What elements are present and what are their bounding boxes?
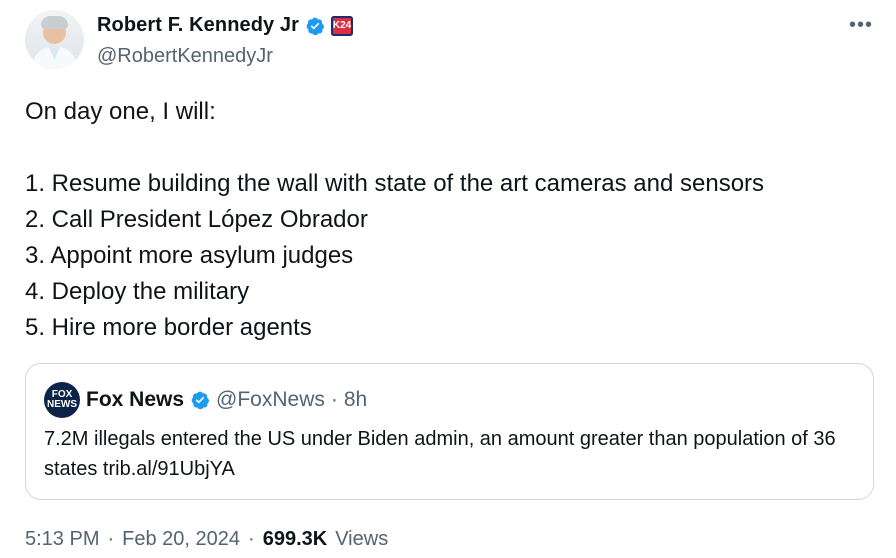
quoted-author-handle[interactable]: @FoxNews [216,388,325,412]
avatar[interactable] [25,10,84,69]
author-handle[interactable]: @RobertKennedyJr [97,45,273,68]
footer-separator-1: · [107,528,115,550]
fox-news-logo-icon: FOX NEWS [44,382,80,418]
tweet-date[interactable]: Feb 20, 2024 [122,528,240,551]
quoted-verified-badge-icon [191,391,210,410]
tweet-header: Robert F. Kennedy Jr K24 @RobertKennedyJ… [25,10,875,72]
views-label: Views [335,528,389,550]
quoted-separator: · [330,388,338,411]
quoted-time[interactable]: 8h [344,388,367,412]
logo-line-2: NEWS [47,399,77,410]
verified-badge-icon [306,17,325,35]
author-name[interactable]: Robert F. Kennedy Jr [97,14,299,37]
footer-separator-2: · [248,528,255,550]
author-name-row: Robert F. Kennedy Jr K24 [97,14,354,37]
avatar-hair [41,16,68,29]
quoted-author-name[interactable]: Fox News [86,388,184,412]
tweet-text: On day one, I will: 1. Resume building t… [25,98,765,341]
quoted-tweet-text: 7.2M illegals entered the US under Biden… [44,428,836,480]
quoted-tweet-header: FOX NEWS Fox News @FoxNews · 8h [44,382,367,418]
more-icon[interactable]: ••• [849,14,873,37]
quoted-tweet[interactable]: FOX NEWS Fox News @FoxNews · 8h 7.2M ill… [25,363,874,500]
affiliate-badge-icon: K24 [331,15,354,36]
views-count: 699.3K [262,528,328,550]
tweet-time[interactable]: 5:13 PM [25,528,99,551]
tweet-footer: 5:13 PM · Feb 20, 2024 · 699.3K Views [25,528,388,551]
